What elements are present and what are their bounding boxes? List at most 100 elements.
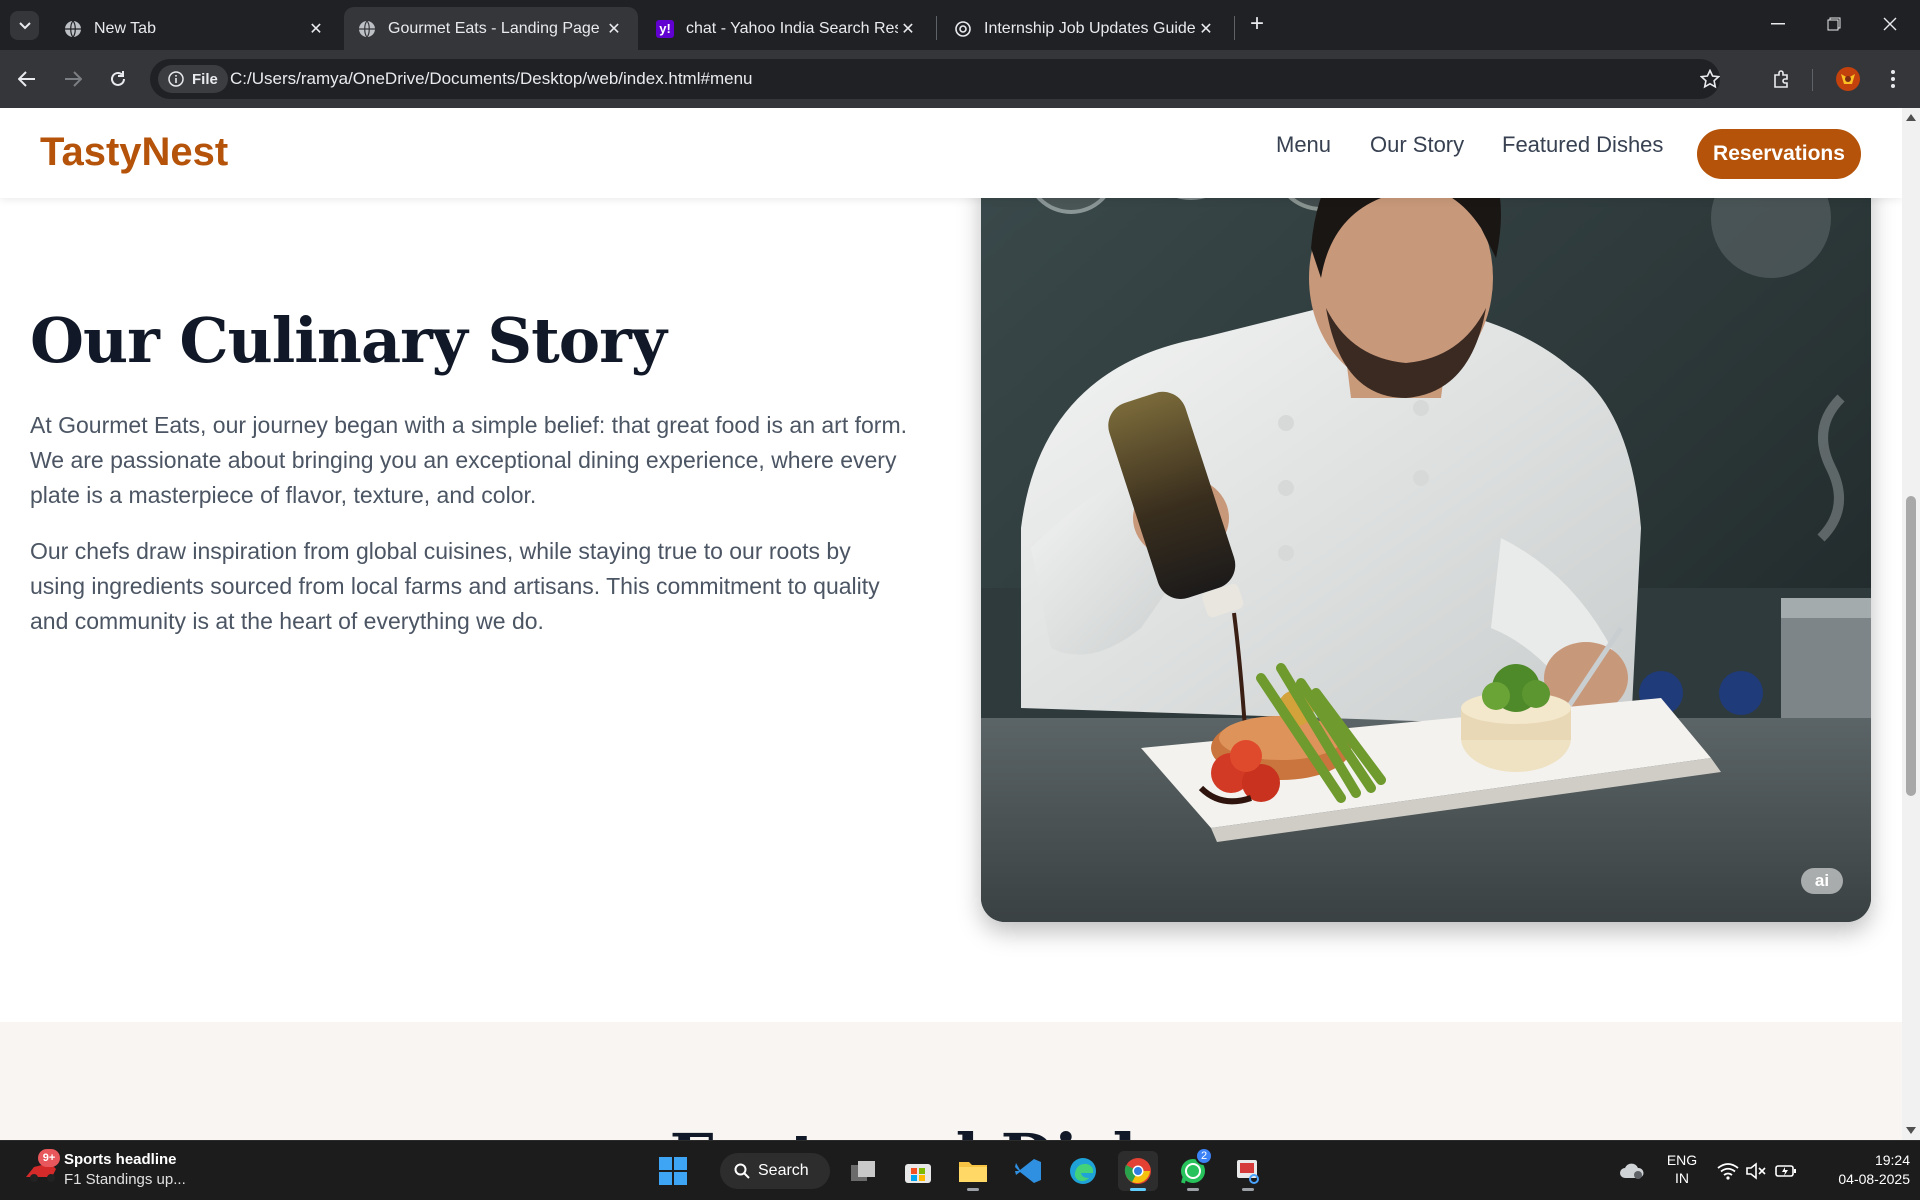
- nav-link-menu[interactable]: Menu: [1276, 132, 1331, 158]
- tab-separator: [936, 16, 937, 40]
- taskbar-app-vscode[interactable]: [1008, 1151, 1048, 1191]
- story-paragraph: At Gourmet Eats, our journey began with …: [30, 412, 907, 508]
- volume-muted-icon: [1746, 1162, 1766, 1180]
- task-view-icon: [851, 1161, 875, 1181]
- system-clock[interactable]: 19:24 04-08-2025: [1810, 1151, 1910, 1189]
- address-bar[interactable]: File C:/Users/ramya/OneDrive/Documents/D…: [150, 59, 1721, 99]
- forward-button[interactable]: [58, 64, 88, 94]
- close-icon: [1883, 17, 1897, 31]
- taskbar-app-edge[interactable]: [1063, 1151, 1103, 1191]
- close-icon[interactable]: ✕: [604, 19, 624, 39]
- task-view-button[interactable]: [843, 1151, 883, 1191]
- ai-badge: ai: [1801, 868, 1843, 894]
- extensions-button[interactable]: [1767, 64, 1797, 94]
- scroll-down-icon[interactable]: [1906, 1127, 1916, 1134]
- site-info-chip[interactable]: File: [158, 65, 228, 93]
- story-paragraph: Our chefs draw inspiration from global c…: [30, 538, 880, 634]
- vscode-icon: [1015, 1159, 1041, 1183]
- chevron-down-icon: [18, 21, 31, 29]
- restore-button[interactable]: [1814, 10, 1854, 38]
- search-label: Search: [758, 1162, 809, 1179]
- site-logo[interactable]: TastyNest: [40, 130, 228, 175]
- start-button[interactable]: [653, 1151, 693, 1191]
- openai-icon: [954, 20, 972, 38]
- page-scrollbar[interactable]: [1902, 108, 1920, 1140]
- chef-plating-image: [981, 108, 1871, 922]
- taskbar-app-whatsapp[interactable]: 2: [1173, 1147, 1213, 1191]
- tab-title: New Tab: [94, 19, 156, 37]
- folder-icon: [959, 1162, 987, 1182]
- edge-icon: [1070, 1158, 1096, 1184]
- window-close-button[interactable]: [1870, 10, 1910, 38]
- clock-date: 04-08-2025: [1838, 1171, 1910, 1187]
- app-running-indicator: [967, 1188, 979, 1191]
- tab-title: Gourmet Eats - Landing Page: [388, 19, 600, 37]
- back-button[interactable]: [12, 64, 42, 94]
- whatsapp-badge: 2: [1195, 1147, 1213, 1165]
- close-icon[interactable]: ✕: [898, 19, 918, 39]
- reload-icon: [111, 71, 125, 86]
- featured-section: Featured Dishes: [0, 1022, 1902, 1140]
- tab-internship-guide[interactable]: Internship Job Updates Guide ✕: [940, 7, 1230, 50]
- tab-search-button[interactable]: [10, 11, 39, 40]
- toolbar-divider: [1812, 69, 1813, 91]
- tab-strip: New Tab ✕ Gourmet Eats - Landing Page ✕ …: [0, 0, 1920, 50]
- close-icon[interactable]: ✕: [306, 19, 326, 39]
- nav-link-our-story[interactable]: Our Story: [1370, 132, 1464, 158]
- reload-button[interactable]: [103, 64, 133, 94]
- chrome-icon: [1124, 1158, 1151, 1184]
- profile-avatar[interactable]: [1833, 64, 1863, 94]
- clock-time: 19:24: [1874, 1152, 1910, 1168]
- cloud-sync-icon: [1620, 1163, 1644, 1179]
- taskbar-search[interactable]: Search: [720, 1153, 830, 1189]
- reservations-button[interactable]: Reservations: [1697, 129, 1861, 179]
- tab-gourmet-eats[interactable]: Gourmet Eats - Landing Page ✕: [344, 7, 638, 50]
- windows-logo-icon: [659, 1157, 687, 1185]
- minimize-button[interactable]: [1758, 10, 1798, 38]
- language-indicator[interactable]: ENG IN: [1662, 1151, 1702, 1187]
- arrow-right-icon: [65, 71, 82, 87]
- chip-label: File: [192, 70, 218, 88]
- browser-toolbar: File C:/Users/ramya/OneDrive/Documents/D…: [0, 50, 1920, 108]
- globe-icon: [358, 20, 376, 38]
- tab-title: Internship Job Updates Guide: [984, 19, 1196, 37]
- bookmark-star-icon[interactable]: [1699, 68, 1721, 94]
- arrow-left-icon: [18, 71, 35, 87]
- new-tab-button[interactable]: +: [1244, 12, 1270, 38]
- nav-link-featured-dishes[interactable]: Featured Dishes: [1502, 132, 1663, 158]
- chef-photo: ai: [981, 108, 1871, 922]
- puzzle-icon: [1774, 70, 1788, 88]
- taskbar: 9+ Sports headline F1 Standings up... Se…: [0, 1140, 1920, 1200]
- close-icon[interactable]: ✕: [1196, 19, 1216, 39]
- news-badge: 9+: [38, 1149, 60, 1167]
- battery-tray-icon[interactable]: [1766, 1151, 1806, 1191]
- taskbar-app-explorer[interactable]: [953, 1151, 993, 1191]
- restore-icon: [1827, 17, 1841, 31]
- scroll-up-icon[interactable]: [1906, 114, 1916, 121]
- story-heading: Our Culinary Story: [30, 304, 667, 377]
- scrollbar-thumb[interactable]: [1906, 496, 1916, 796]
- tab-title: chat - Yahoo India Search Results: [686, 19, 898, 37]
- onedrive-tray-icon[interactable]: [1612, 1151, 1652, 1191]
- info-icon: [168, 71, 184, 87]
- news-widget[interactable]: 9+ Sports headline F1 Standings up...: [24, 1149, 204, 1193]
- tab-yahoo-search[interactable]: y! chat - Yahoo India Search Results ✕: [642, 7, 932, 50]
- taskbar-app-snipping-tool[interactable]: [1228, 1151, 1268, 1191]
- featured-heading: Featured Dishes: [0, 1022, 1902, 1140]
- lang-line-2: IN: [1675, 1170, 1689, 1186]
- avatar-icon: [1836, 67, 1860, 91]
- app-running-indicator: [1187, 1188, 1199, 1191]
- page-viewport: Our Culinary Story At Gourmet Eats, our …: [0, 108, 1902, 1140]
- url-text[interactable]: C:/Users/ramya/OneDrive/Documents/Deskto…: [230, 69, 752, 89]
- app-active-indicator: [1130, 1188, 1146, 1191]
- app-running-indicator: [1242, 1188, 1254, 1191]
- snipping-tool-icon: [1237, 1160, 1259, 1184]
- minimize-icon: [1771, 23, 1785, 25]
- tab-new-tab[interactable]: New Tab ✕: [50, 7, 340, 50]
- tab-separator: [1234, 16, 1235, 40]
- battery-charging-icon: [1775, 1165, 1796, 1177]
- browser-menu-button[interactable]: [1878, 64, 1908, 94]
- globe-icon: [64, 20, 82, 38]
- taskbar-app-chrome[interactable]: [1118, 1151, 1158, 1191]
- taskbar-app-store[interactable]: [898, 1151, 938, 1191]
